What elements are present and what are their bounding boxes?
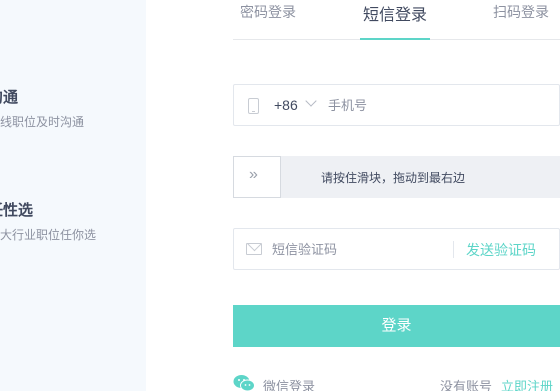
divider [453,241,454,258]
wechat-icon[interactable] [233,374,255,391]
feature-chat: 沟通 在线职位及时沟通 [0,86,84,130]
phone-input[interactable] [328,93,548,117]
tab-sms-login[interactable]: 短信登录 [363,1,427,25]
feature-title: 沟通 [0,89,19,106]
tab-password-login[interactable]: 密码登录 [240,2,296,22]
phone-icon [248,98,259,114]
chevron-down-icon[interactable] [305,95,317,107]
no-account-text: 没有账号 [440,379,493,391]
feature-choose: 任性选 各大行业职位任你选 [0,199,96,243]
send-code-button[interactable]: 发送验证码 [466,240,536,260]
slider-handle[interactable]: » [233,156,281,198]
sms-code-input[interactable] [272,237,442,261]
slider-hint: 请按住滑块，拖动到最右边 [321,171,466,185]
sms-code-field[interactable]: 发送验证码 [233,228,560,270]
promo-panel: 沟通 在线职位及时沟通 任性选 各大行业职位任你选 [0,0,146,391]
wechat-login-link[interactable]: 微信登录 [263,376,315,391]
active-tab-indicator [360,38,430,40]
login-button[interactable]: 登录 [233,305,560,347]
country-code-select[interactable]: +86 [274,97,298,113]
mail-icon [246,243,262,255]
slider-captcha[interactable]: » 请按住滑块，拖动到最右边 [233,156,560,198]
feature-desc: 各大行业职位任你选 [0,228,97,242]
phone-field[interactable]: +86 [233,84,560,126]
tab-qr-login[interactable]: 扫码登录 [493,2,549,22]
feature-desc: 在线职位及时沟通 [0,115,85,129]
double-chevron-right-icon: » [249,166,258,183]
feature-title: 任性选 [0,202,34,219]
register-link[interactable]: 立即注册 [501,376,553,391]
